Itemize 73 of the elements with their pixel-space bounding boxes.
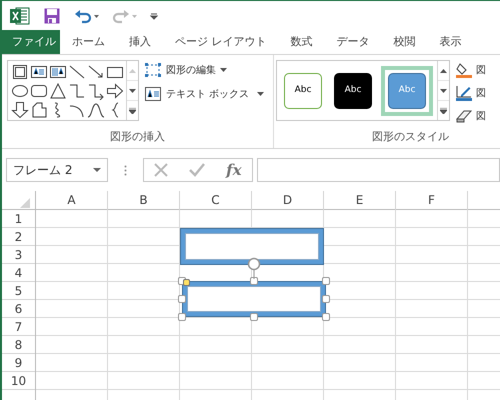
rotate-handle[interactable]	[247, 257, 261, 279]
right-arrow-icon[interactable]	[106, 82, 124, 100]
ribbon-tab[interactable]: 挿入	[117, 30, 163, 54]
elbow-connector-icon[interactable]	[68, 82, 86, 100]
eraser-icon	[456, 108, 472, 124]
ribbon-tab[interactable]: データ	[324, 30, 382, 54]
triangle-icon[interactable]	[48, 82, 66, 100]
group-label: 図形の挿入	[110, 128, 165, 144]
column-header[interactable]: C	[180, 191, 252, 210]
down-arrow-icon	[440, 88, 447, 92]
shape-effects-button[interactable]: 図	[454, 106, 488, 126]
shape-outline-button[interactable]: 図	[454, 83, 488, 103]
column-header[interactable]: A	[36, 191, 108, 210]
more-icon	[440, 108, 447, 114]
down-arrow-icon	[129, 88, 136, 92]
row-header[interactable]: 8	[2, 336, 35, 354]
row-header[interactable]: 2	[2, 228, 35, 246]
row-header[interactable]: 7	[2, 318, 35, 336]
save-icon[interactable]	[44, 8, 60, 24]
row-header[interactable]: 10	[2, 372, 35, 390]
column-header[interactable]: B	[108, 191, 180, 210]
down-arrow-icon[interactable]	[10, 100, 28, 118]
more-icon	[129, 108, 136, 114]
edit-shape-button[interactable]: 図形の編集	[142, 60, 266, 80]
ribbon-tab[interactable]: 校閲	[382, 30, 428, 54]
resize-handle[interactable]	[322, 313, 330, 321]
curve-icon[interactable]	[86, 100, 104, 118]
column-header[interactable]: F	[396, 191, 468, 210]
elbow-arrow-icon[interactable]	[86, 82, 104, 100]
paint-bucket-icon	[456, 62, 472, 78]
resize-handle[interactable]	[250, 277, 258, 285]
rectangle-icon[interactable]	[10, 62, 28, 80]
ribbon-tab[interactable]: 表示	[428, 30, 474, 54]
shape-fill-button[interactable]: 図	[454, 60, 488, 80]
undo-icon[interactable]	[74, 8, 100, 24]
row-header[interactable]: 3	[2, 246, 35, 264]
caret-icon	[220, 68, 227, 72]
arrow-icon[interactable]	[86, 62, 104, 80]
row-header[interactable]: 9	[2, 354, 35, 372]
edit-shape-icon	[144, 62, 162, 78]
resize-handle[interactable]	[322, 277, 330, 285]
adjust-handle[interactable]	[183, 279, 190, 286]
column-header[interactable]: D	[252, 191, 324, 210]
check-icon[interactable]	[189, 163, 206, 177]
customize-toolbar-icon[interactable]	[150, 12, 158, 20]
insert-function-button[interactable]: fx	[226, 158, 242, 182]
text-box-icon	[144, 86, 162, 102]
group-label: 図形のスタイル	[372, 128, 449, 144]
row-header[interactable]: 5	[2, 282, 35, 300]
formula-input[interactable]	[257, 158, 500, 182]
ribbon-tab[interactable]: ホーム	[60, 30, 117, 54]
file-tab[interactable]: ファイル	[2, 30, 60, 54]
resize-handle[interactable]	[322, 295, 330, 303]
grip-icon	[124, 164, 127, 176]
resize-handle[interactable]	[178, 295, 186, 303]
row-header[interactable]: 1	[2, 210, 35, 228]
row-header[interactable]: 6	[2, 300, 35, 318]
row-header[interactable]: 4	[2, 264, 35, 282]
frame-shape[interactable]	[182, 281, 326, 317]
resize-handle[interactable]	[178, 313, 186, 321]
name-box[interactable]: フレーム 2	[6, 158, 108, 182]
caret-icon	[257, 92, 264, 96]
column-header[interactable]: E	[324, 191, 396, 210]
line-icon[interactable]	[68, 62, 86, 80]
up-arrow-icon	[129, 68, 136, 72]
freeform-icon[interactable]	[30, 100, 48, 118]
pencil-icon	[456, 85, 472, 101]
resize-handle[interactable]	[250, 313, 258, 321]
frame-shape[interactable]	[180, 228, 324, 265]
text-box-button[interactable]: テキスト ボックス	[142, 84, 266, 104]
ribbon-tab[interactable]: 数式	[278, 30, 324, 54]
up-arrow-icon	[440, 68, 447, 72]
ribbon-tab[interactable]: ページ レイアウト	[163, 30, 278, 54]
